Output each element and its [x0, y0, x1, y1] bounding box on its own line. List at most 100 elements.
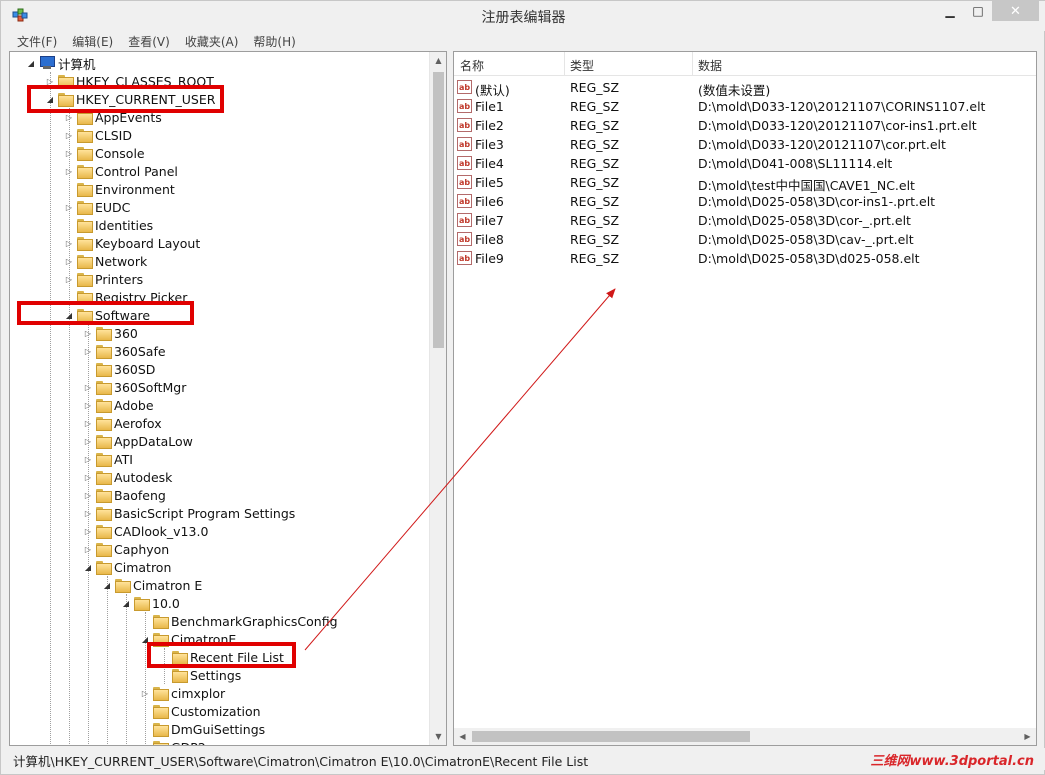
status-path: 计算机\HKEY_CURRENT_USER\Software\Cimatron\…: [13, 754, 589, 769]
expand-arrow-icon[interactable]: ▷: [83, 342, 93, 360]
values-list-pane[interactable]: 名称 类型 数据 ab (默认) REG_SZ (数值未设置) ab File1 REG_S…: [453, 51, 1037, 746]
column-divider[interactable]: [692, 52, 693, 76]
menu-favorites[interactable]: 收藏夹(A): [177, 31, 246, 51]
tree-node-label: Control Panel: [95, 163, 178, 179]
expand-arrow-icon[interactable]: ▷: [83, 486, 93, 504]
menu-edit[interactable]: 编辑(E): [64, 31, 120, 51]
folder-icon: [95, 362, 112, 377]
scroll-left-arrow-icon[interactable]: ◀: [454, 728, 471, 745]
tree-node[interactable]: Identities: [64, 216, 153, 234]
scroll-right-arrow-icon[interactable]: ▶: [1019, 728, 1036, 745]
expand-arrow-icon[interactable]: ▷: [140, 684, 150, 702]
expand-arrow-icon[interactable]: ▷: [83, 540, 93, 558]
tree-node-label: EUDC: [95, 199, 131, 215]
expand-arrow-icon[interactable]: ▷: [64, 144, 74, 162]
folder-icon: [95, 326, 112, 341]
tree-vertical-scrollbar[interactable]: ▲ ▼: [429, 52, 446, 745]
value-row[interactable]: ab File9 REG_SZ D:\mold\D025-058\3D\d025-05…: [454, 249, 1036, 268]
tree-node[interactable]: ▷ CLSID: [64, 126, 132, 144]
value-row[interactable]: ab File1 REG_SZ D:\mold\D033-120\20121107\C…: [454, 97, 1036, 116]
collapse-arrow-icon[interactable]: ◢: [121, 594, 131, 612]
collapse-arrow-icon[interactable]: ◢: [102, 576, 112, 594]
tree-node[interactable]: Environment: [64, 180, 175, 198]
menu-help[interactable]: 帮助(H): [245, 31, 302, 51]
tree-node[interactable]: ▷ Printers: [64, 270, 143, 288]
tree-node[interactable]: ▷ 360Safe: [83, 342, 166, 360]
value-row[interactable]: ab File6 REG_SZ D:\mold\D025-058\3D\cor-ins…: [454, 192, 1036, 211]
menu-view[interactable]: 查看(V): [120, 31, 177, 51]
column-header-type[interactable]: 类型: [570, 57, 594, 74]
tree-node[interactable]: ◢ Cimatron E: [102, 576, 202, 594]
tree-node[interactable]: ▷ 360SoftMgr: [83, 378, 186, 396]
value-row[interactable]: ab (默认) REG_SZ (数值未设置): [454, 78, 1036, 98]
value-row[interactable]: ab File7 REG_SZ D:\mold\D025-058\3D\cor-_.p…: [454, 211, 1036, 230]
tree-node[interactable]: ▷ EUDC: [64, 198, 130, 216]
scroll-thumb[interactable]: [433, 72, 444, 348]
expand-arrow-icon[interactable]: ▷: [83, 378, 93, 396]
list-horizontal-scrollbar[interactable]: ◀ ▶: [454, 728, 1036, 745]
value-row[interactable]: ab File5 REG_SZ D:\mold\test中中国国\CAVE1_NC.e…: [454, 173, 1036, 193]
tree-node[interactable]: ▷ cimxplor: [140, 684, 225, 702]
expand-arrow-icon[interactable]: ▷: [83, 324, 93, 342]
expand-arrow-icon[interactable]: ▷: [64, 252, 74, 270]
tree-node[interactable]: ▷ AppDataLow: [83, 432, 193, 450]
folder-icon: [95, 524, 112, 539]
tree-node[interactable]: ▷ BasicScript Program Settings: [83, 504, 295, 522]
scroll-down-arrow-icon[interactable]: ▼: [430, 728, 446, 745]
expand-arrow-icon[interactable]: ▷: [83, 414, 93, 432]
value-type-cell: REG_SZ: [570, 80, 620, 95]
value-name-cell: File6: [475, 194, 504, 209]
menu-file[interactable]: 文件(F): [9, 31, 64, 51]
tree-node[interactable]: ▷ ATI: [83, 450, 133, 468]
tree-node[interactable]: ▷ Caphyon: [83, 540, 169, 558]
maximize-button[interactable]: □: [964, 1, 992, 21]
column-header-name[interactable]: 名称: [460, 57, 484, 74]
expand-arrow-icon[interactable]: ▷: [64, 270, 74, 288]
tree-node[interactable]: ▷ Control Panel: [64, 162, 178, 180]
expand-arrow-icon[interactable]: ▷: [64, 198, 74, 216]
value-row[interactable]: ab File2 REG_SZ D:\mold\D033-120\20121107\c…: [454, 116, 1036, 135]
tree-node[interactable]: ▷ Network: [64, 252, 147, 270]
expand-arrow-icon[interactable]: ▷: [64, 234, 74, 252]
minimize-button[interactable]: ▁: [936, 1, 964, 21]
value-row[interactable]: ab File3 REG_SZ D:\mold\D033-120\20121107\c…: [454, 135, 1036, 154]
tree-node[interactable]: DmGuiSettings: [140, 720, 265, 738]
tree-node[interactable]: ▷ Keyboard Layout: [64, 234, 200, 252]
expand-arrow-icon[interactable]: ▷: [83, 504, 93, 522]
site-watermark: 三维网www.3dportal.cn: [870, 754, 1034, 769]
tree-node[interactable]: 360SD: [83, 360, 155, 378]
folder-icon: [95, 506, 112, 521]
expand-arrow-icon[interactable]: ▷: [64, 162, 74, 180]
tree-node[interactable]: ▷ Console: [64, 144, 145, 162]
tree-node[interactable]: GDP2: [140, 738, 206, 745]
folder-icon: [152, 740, 169, 745]
column-divider[interactable]: [564, 52, 565, 76]
collapse-arrow-icon[interactable]: ◢: [83, 558, 93, 576]
expand-arrow-icon[interactable]: ▷: [83, 522, 93, 540]
tree-node[interactable]: ▷ Aerofox: [83, 414, 162, 432]
expand-arrow-icon[interactable]: ▷: [83, 432, 93, 450]
tree-node[interactable]: ▷ Baofeng: [83, 486, 166, 504]
tree-node[interactable]: ▷ Autodesk: [83, 468, 172, 486]
scroll-up-arrow-icon[interactable]: ▲: [430, 52, 446, 69]
collapse-arrow-icon[interactable]: ◢: [26, 54, 36, 72]
column-header-data[interactable]: 数据: [698, 57, 722, 74]
tree-node[interactable]: Settings: [159, 666, 241, 684]
tree-node[interactable]: ▷ Adobe: [83, 396, 154, 414]
expand-arrow-icon[interactable]: ▷: [64, 126, 74, 144]
tree-node[interactable]: ◢ 10.0: [121, 594, 180, 612]
expand-arrow-icon[interactable]: ▷: [83, 396, 93, 414]
tree-node[interactable]: ▷ CADlook_v13.0: [83, 522, 208, 540]
expand-arrow-icon[interactable]: ▷: [83, 450, 93, 468]
tree-node[interactable]: Customization: [140, 702, 261, 720]
scroll-thumb[interactable]: [472, 731, 750, 742]
tree-node[interactable]: ▷ 360: [83, 324, 138, 342]
expand-arrow-icon[interactable]: ▷: [83, 468, 93, 486]
tree-node[interactable]: ◢ Cimatron: [83, 558, 171, 576]
value-row[interactable]: ab File8 REG_SZ D:\mold\D025-058\3D\cav-_.p…: [454, 230, 1036, 249]
tree-node[interactable]: BenchmarkGraphicsConfig: [140, 612, 338, 630]
tree-node[interactable]: ◢ 计算机: [26, 54, 96, 72]
value-row[interactable]: ab File4 REG_SZ D:\mold\D041-008\SL11114.el…: [454, 154, 1036, 173]
string-value-icon: ab: [457, 118, 472, 132]
close-button[interactable]: ✕: [992, 1, 1039, 21]
